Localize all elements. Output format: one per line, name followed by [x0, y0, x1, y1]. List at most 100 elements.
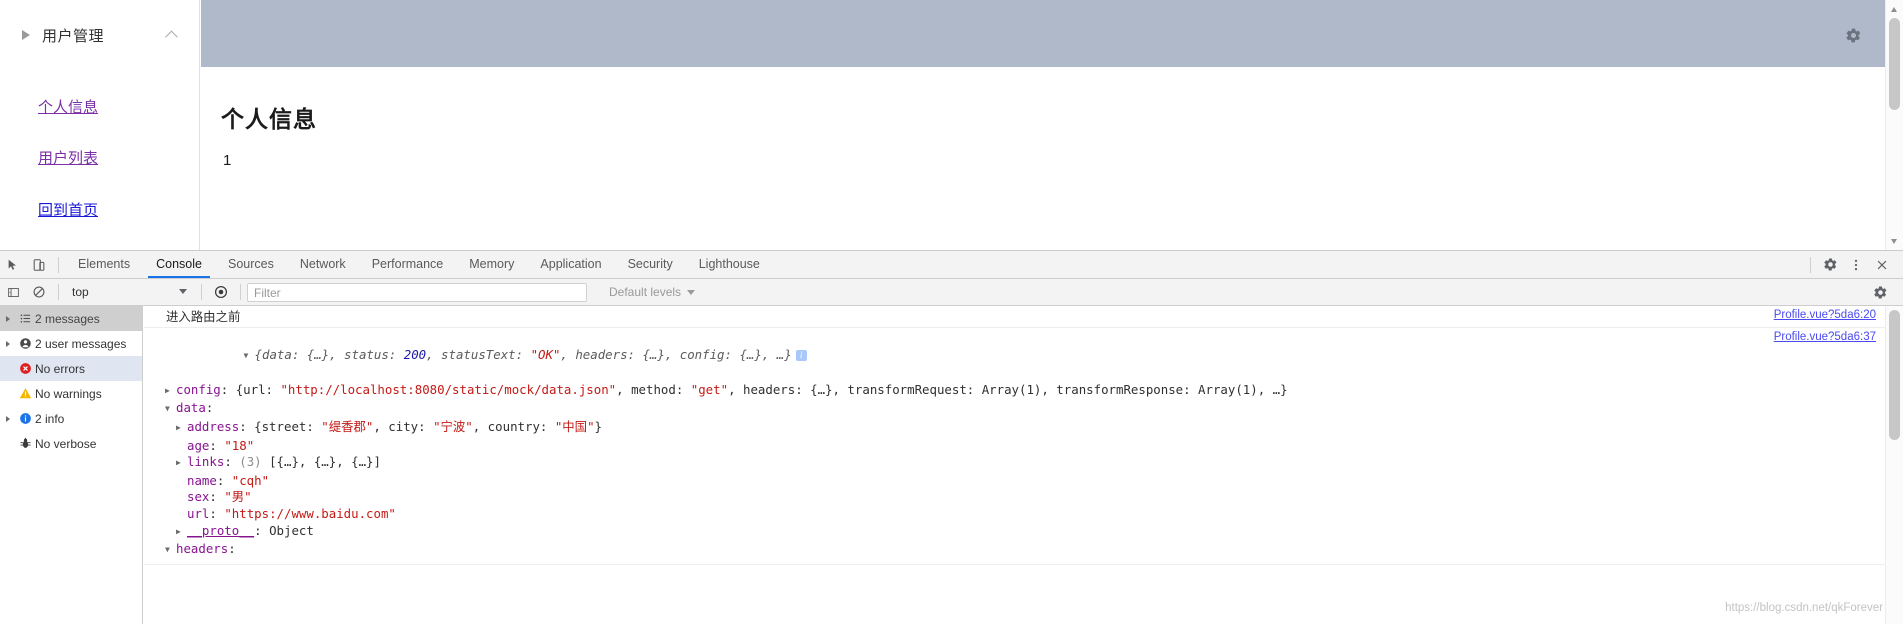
- browser-window: 用户管理 个人信息 用户列表 回到首页 个人信息 1 Elements Cons…: [0, 0, 1903, 624]
- chevron-up-icon[interactable]: [167, 28, 178, 39]
- triangle-right-icon[interactable]: [176, 523, 187, 542]
- object-key: address: [187, 418, 240, 434]
- object-preview-tail: , headers: {…}, config: {…}, …}: [560, 346, 792, 362]
- object-colon: :: [220, 381, 236, 397]
- console-source-link[interactable]: Profile.vue?5da6:20: [1774, 309, 1876, 321]
- object-tree-row[interactable]: url: "https://www.baidu.com": [154, 506, 1886, 523]
- console-scrollbar-thumb[interactable]: [1889, 310, 1900, 440]
- console-sidebar-label: 2 info: [35, 411, 65, 426]
- gear-icon[interactable]: [1845, 27, 1862, 44]
- object-key: age: [187, 437, 210, 453]
- user-icon: [15, 337, 35, 350]
- error-icon: [15, 362, 35, 375]
- kebab-menu-icon[interactable]: [1843, 252, 1869, 278]
- triangle-down-icon[interactable]: [165, 400, 176, 419]
- triangle-right-icon[interactable]: [165, 382, 176, 401]
- object-key: __proto__: [187, 522, 255, 538]
- object-preview-row[interactable]: {data: {…}, status: 200, statusText: "OK…: [154, 330, 1886, 382]
- console-sidebar-label: 2 messages: [35, 311, 100, 326]
- info-badge-icon[interactable]: i: [795, 349, 807, 361]
- object-value: "18": [224, 437, 255, 453]
- watermark: https://blog.csdn.net/qkForever: [1725, 602, 1883, 614]
- object-preview-mid: , statusText:: [426, 346, 531, 362]
- toolbar-divider: [58, 256, 59, 273]
- console-sidebar-item-verbose[interactable]: No verbose: [0, 431, 142, 456]
- inspect-cursor-icon[interactable]: [0, 252, 26, 278]
- object-key: name: [187, 472, 217, 488]
- object-colon: :: [209, 489, 225, 505]
- info-icon: [15, 412, 35, 425]
- console-message-list: 进入路由之前 Profile.vue?5da6:20 Profile.vue?5…: [144, 306, 1886, 624]
- sidebar-menu-group-user-management[interactable]: 用户管理: [0, 18, 200, 52]
- tab-console[interactable]: Console: [143, 251, 215, 278]
- device-toolbar-icon[interactable]: [26, 252, 52, 278]
- object-preview-head: {data: {…}, status:: [254, 346, 404, 362]
- object-value: "http://localhost:8080/static/mock/data.…: [280, 381, 617, 397]
- sidebar-link-profile[interactable]: 个人信息: [38, 96, 98, 117]
- tab-application[interactable]: Application: [527, 251, 614, 278]
- triangle-down-icon[interactable]: [165, 541, 176, 560]
- tab-security[interactable]: Security: [615, 251, 686, 278]
- execution-context-selector[interactable]: top: [65, 282, 195, 302]
- console-sidebar-item-warnings[interactable]: No warnings: [0, 381, 142, 406]
- console-scrollbar[interactable]: [1885, 306, 1903, 624]
- devtools-panel: Elements Console Sources Network Perform…: [0, 250, 1903, 624]
- console-filter-input[interactable]: Filter: [247, 282, 587, 302]
- sidebar-link-home[interactable]: 回到首页: [38, 199, 98, 220]
- console-message: Profile.vue?5da6:37 {data: {…}, status: …: [144, 328, 1886, 565]
- gear-icon[interactable]: [1817, 252, 1843, 278]
- object-tree-row[interactable]: age: "18": [154, 438, 1886, 455]
- object-tree-row[interactable]: config: {url: "http://localhost:8080/sta…: [154, 382, 1886, 401]
- clear-console-icon[interactable]: [26, 279, 52, 305]
- console-sidebar-item-user-messages[interactable]: 2 user messages: [0, 331, 142, 356]
- triangle-right-icon: [22, 30, 30, 40]
- log-levels-label: Default levels: [609, 285, 682, 299]
- filterbar-divider: [201, 284, 202, 300]
- object-value: , headers: {…}, transformRequest: Array(…: [728, 381, 1288, 397]
- object-tree: config: {url: "http://localhost:8080/sta…: [154, 382, 1886, 560]
- object-value: (3): [239, 454, 270, 470]
- tab-network[interactable]: Network: [287, 251, 359, 278]
- page-scrollbar-thumb[interactable]: [1889, 18, 1900, 110]
- triangle-right-icon[interactable]: [176, 454, 187, 473]
- object-tree-row[interactable]: sex: "男": [154, 489, 1886, 506]
- tab-lighthouse[interactable]: Lighthouse: [686, 251, 773, 278]
- object-tree-row[interactable]: links: (3) [{…}, {…}, {…}]: [154, 454, 1886, 473]
- app-sidebar: 用户管理 个人信息 用户列表 回到首页: [0, 0, 200, 250]
- app-content: 个人信息 1: [201, 0, 1886, 250]
- object-value: , country:: [472, 418, 555, 434]
- object-tree-row[interactable]: data:: [154, 400, 1886, 419]
- object-preview-status: 200: [403, 346, 427, 362]
- gear-icon[interactable]: [1867, 279, 1893, 305]
- object-value: "宁波": [433, 418, 473, 434]
- close-icon[interactable]: [1869, 252, 1895, 278]
- log-levels-dropdown[interactable]: Default levels: [609, 285, 696, 299]
- triangle-down-icon[interactable]: [244, 347, 255, 366]
- sidebar-link-user-list[interactable]: 用户列表: [38, 147, 98, 168]
- object-key: config: [176, 381, 221, 397]
- scroll-up-arrow-icon[interactable]: [1886, 0, 1903, 17]
- console-source-link[interactable]: Profile.vue?5da6:37: [1774, 331, 1876, 343]
- console-sidebar-item-errors[interactable]: No errors: [0, 356, 142, 381]
- page-scrollbar[interactable]: [1885, 0, 1903, 250]
- object-tree-row[interactable]: address: {street: "缇香郡", city: "宁波", cou…: [154, 419, 1886, 438]
- tab-sources[interactable]: Sources: [215, 251, 287, 278]
- console-sidebar-label: No warnings: [35, 386, 102, 401]
- object-value: , city:: [373, 418, 434, 434]
- console-sidebar-icon[interactable]: [0, 279, 26, 305]
- live-expression-icon[interactable]: [208, 279, 234, 305]
- tab-performance[interactable]: Performance: [359, 251, 457, 278]
- console-sidebar-item-messages[interactable]: 2 messages: [0, 306, 142, 331]
- object-tree-row[interactable]: __proto__: Object: [154, 523, 1886, 542]
- object-value: [{…}, {…}, {…}]: [269, 454, 381, 470]
- object-tree-row[interactable]: name: "cqh": [154, 473, 1886, 490]
- tab-elements[interactable]: Elements: [65, 251, 143, 278]
- scroll-down-arrow-icon[interactable]: [1886, 233, 1903, 250]
- sidebar-menu-group-label: 用户管理: [42, 27, 105, 45]
- triangle-right-icon[interactable]: [176, 419, 187, 438]
- console-sidebar-item-info[interactable]: 2 info: [0, 406, 142, 431]
- tab-memory[interactable]: Memory: [456, 251, 527, 278]
- page-title: 个人信息: [221, 106, 317, 132]
- object-tree-row[interactable]: headers:: [154, 541, 1886, 560]
- toolbar-divider: [1810, 256, 1811, 273]
